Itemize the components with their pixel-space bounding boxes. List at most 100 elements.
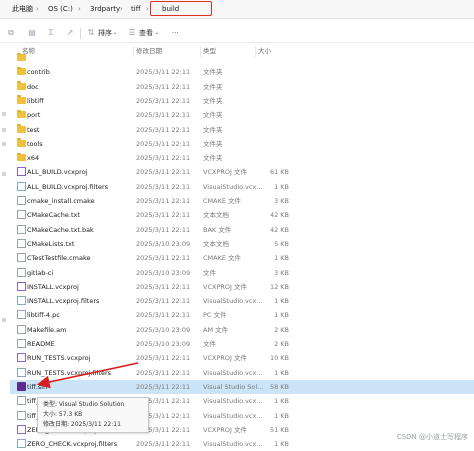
rename-icon[interactable]: Ꮖ <box>46 28 56 38</box>
file-size: 61 KB <box>269 168 289 177</box>
file-date: 2025/3/11 22:11 <box>136 297 191 306</box>
file-size: 42 KB <box>269 211 289 220</box>
breadcrumb-build[interactable]: build <box>162 3 179 15</box>
folder-row[interactable]: libtiff 2025/3/11 22:11 文件夹 <box>10 94 474 108</box>
file-row[interactable]: INSTALL.vcxproj 2025/3/11 22:11 VCXPROJ 文件… <box>10 280 474 294</box>
more-options-button[interactable]: ··· <box>172 28 179 38</box>
file-size: 1 KB <box>274 311 289 320</box>
file-row[interactable]: ALL_BUILD.vcxproj.filters 2025/3/11 22:11… <box>10 180 474 194</box>
filters-file-icon <box>17 296 26 306</box>
pin-icon <box>2 142 6 146</box>
file-size: 2 KB <box>274 325 289 334</box>
tooltip-type: 类型: Visual Studio Solution <box>43 401 125 408</box>
copy-icon[interactable]: ⧉ <box>6 28 16 38</box>
tooltip-date: 修改日期: 2025/3/11 22:11 <box>43 421 121 428</box>
file-list: contrib 2025/3/11 22:11 文件夹 doc 2025/3/11 22… <box>10 52 474 449</box>
file-date: 2025/3/11 22:11 <box>136 182 191 191</box>
file-row[interactable]: Makefile.am 2025/3/10 23:09 AM 文件 2 KB <box>10 323 474 337</box>
chevron-down-icon[interactable]: ⌄ <box>152 28 162 38</box>
breadcrumb-separator: › <box>78 5 81 13</box>
file-type: 文件夹 <box>203 96 223 105</box>
file-date: 2025/3/11 22:11 <box>136 440 191 449</box>
file-type: 文件夹 <box>203 68 223 77</box>
file-row[interactable]: libtiff-4.pc 2025/3/11 22:11 PC 文件 1 KB <box>10 308 474 322</box>
file-name: test <box>27 125 40 134</box>
file-row[interactable]: RUN_TESTS.vcxproj.filters 2025/3/11 22:11… <box>10 366 474 380</box>
file-row[interactable]: ALL_BUILD.vcxproj 2025/3/11 22:11 VCXPROJ … <box>10 165 474 179</box>
breadcrumb-os-c[interactable]: OS (C:) <box>48 3 73 15</box>
folder-row[interactable] <box>10 51 474 65</box>
folder-icon <box>17 152 26 162</box>
file-row[interactable]: CTestTestfile.cmake 2025/3/11 22:11 CMAKE … <box>10 251 474 265</box>
file-row[interactable]: tiff.sln 2025/3/11 22:11 Visual Studio Sol… <box>10 379 474 395</box>
filters-file-icon <box>17 181 26 191</box>
file-size: 1 KB <box>274 368 289 377</box>
folder-row[interactable]: test 2025/3/11 22:11 文件夹 <box>10 123 474 137</box>
file-name: tools <box>27 139 43 148</box>
file-row[interactable]: CMakeCache.txt.bak 2025/3/11 22:11 BAK 文件 4… <box>10 223 474 237</box>
file-row[interactable]: cmake_install.cmake 2025/3/11 22:11 CMAKE … <box>10 194 474 208</box>
folder-row[interactable]: x64 2025/3/11 22:11 文件夹 <box>10 151 474 165</box>
file-icon <box>17 324 26 334</box>
folder-icon <box>17 52 26 61</box>
file-type: 文件夹 <box>203 82 223 91</box>
file-name: INSTALL.vcxproj <box>27 282 79 291</box>
file-row[interactable]: gitlab-ci 2025/3/10 23:09 文件 3 KB <box>10 266 474 280</box>
toolbar-divider <box>80 28 81 39</box>
file-row[interactable]: INSTALL.vcxproj.filters 2025/3/11 22:11 Vi… <box>10 294 474 308</box>
folder-icon <box>17 81 26 90</box>
file-type: VCXPROJ 文件 <box>203 354 247 363</box>
file-icon <box>17 267 26 277</box>
address-bar[interactable]: 此电脑 › OS (C:) › 3rdparty › tiff › build <box>0 0 474 19</box>
folder-row[interactable]: tools 2025/3/11 22:11 文件夹 <box>10 137 474 151</box>
file-type: PC 文件 <box>203 311 227 320</box>
file-type: VCXPROJ 文件 <box>203 425 247 434</box>
pin-icon <box>2 318 6 322</box>
file-type: BAK 文件 <box>203 225 232 234</box>
file-name: CMakeCache.txt <box>27 211 80 220</box>
file-date: 2025/3/11 22:11 <box>136 154 191 163</box>
breadcrumb-tiff[interactable]: tiff <box>131 3 141 15</box>
file-type: 文件夹 <box>203 111 223 120</box>
folder-row[interactable]: doc 2025/3/11 22:11 文件夹 <box>10 80 474 94</box>
file-row[interactable]: CMakeCache.txt 2025/3/11 22:11 文本文档 42 KB <box>10 208 474 222</box>
sort-icon[interactable]: ⇅ <box>86 28 96 38</box>
file-row[interactable]: RUN_TESTS.vcxproj 2025/3/11 22:11 VCXPROJ … <box>10 351 474 365</box>
file-row[interactable]: README 2025/3/10 23:09 文件 2 KB <box>10 337 474 351</box>
view-icon[interactable]: ☰ <box>127 28 137 38</box>
filters-file-icon <box>17 439 26 449</box>
file-date: 2025/3/10 23:09 <box>136 340 191 348</box>
file-icon <box>17 396 26 406</box>
command-bar: ⧉ ▤ Ꮖ ↗ ⇅ 排序 ⌄ ☰ 查看 ⌄ ··· <box>0 24 474 43</box>
file-type: 文件夹 <box>203 125 223 134</box>
file-size: 1 KB <box>274 254 289 263</box>
file-date: 2025/3/11 22:11 <box>136 254 191 263</box>
breadcrumb-3rdparty[interactable]: 3rdparty <box>90 3 120 15</box>
file-date: 2025/3/11 22:11 <box>136 354 191 363</box>
pin-icon <box>2 112 6 116</box>
file-size: 1 KB <box>274 440 289 449</box>
file-name: tiff.sln <box>27 382 48 391</box>
file-icon <box>17 224 26 234</box>
file-date: 2025/3/11 22:11 <box>136 382 191 391</box>
file-name: CTestTestfile.cmake <box>27 254 91 263</box>
file-name: ALL_BUILD.vcxproj.filters <box>27 182 109 191</box>
view-button[interactable]: 查看 <box>139 28 153 38</box>
file-icon <box>17 210 26 220</box>
file-size: 1 KB <box>274 297 289 306</box>
file-type: VCXPROJ 文件 <box>203 282 247 291</box>
folder-row[interactable]: contrib 2025/3/11 22:11 文件夹 <box>10 65 474 79</box>
folder-icon <box>17 109 26 119</box>
breadcrumb-this-pc[interactable]: 此电脑 <box>12 3 33 15</box>
file-size: 3 KB <box>274 197 289 205</box>
folder-row[interactable]: port 2025/3/11 22:11 文件夹 <box>10 108 474 122</box>
paste-icon[interactable]: ▤ <box>27 28 37 38</box>
file-size: 5 KB <box>274 239 289 248</box>
file-type: AM 文件 <box>203 325 229 334</box>
chevron-down-icon[interactable]: ⌄ <box>110 28 120 38</box>
folder-icon <box>17 138 26 147</box>
breadcrumb-separator: › <box>146 5 149 13</box>
file-row[interactable]: CMakeLists.txt 2025/3/10 23:09 文本文档 5 KB <box>10 237 474 251</box>
share-icon[interactable]: ↗ <box>65 28 75 38</box>
folder-icon <box>17 95 26 104</box>
